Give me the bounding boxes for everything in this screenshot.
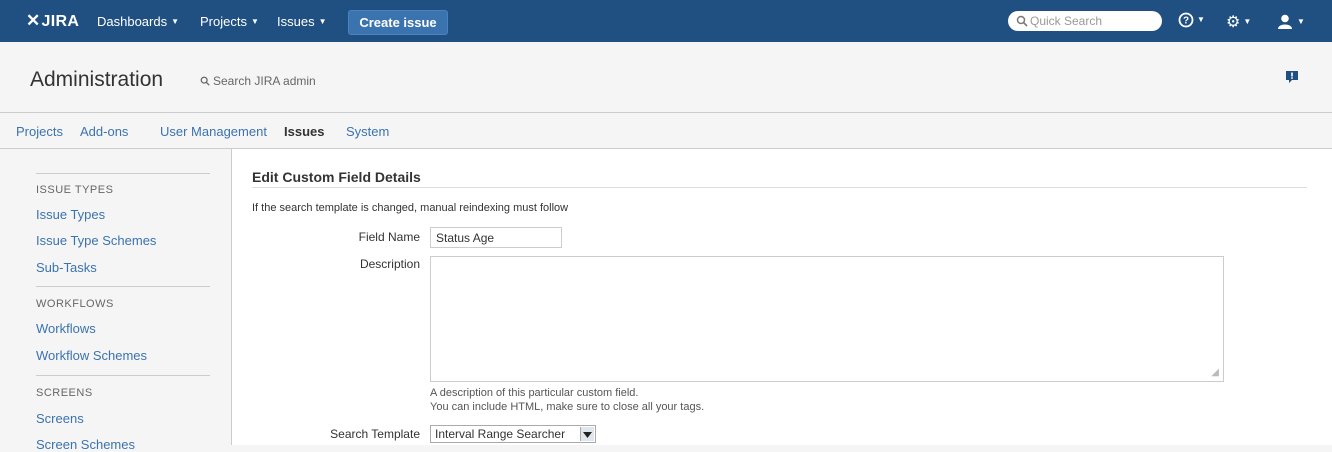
sidebar-divider (36, 173, 210, 174)
svg-text:?: ? (1183, 16, 1189, 27)
sidebar-item-issue-type-schemes[interactable]: Issue Type Schemes (36, 233, 156, 248)
chevron-down-icon: ▼ (1243, 17, 1252, 26)
sidebar-item-screens[interactable]: Screens (36, 411, 84, 426)
sidebar-item-sub-tasks[interactable]: Sub-Tasks (36, 260, 97, 275)
jira-logo[interactable]: ✕JIRA (26, 11, 79, 31)
chevron-down-icon: ▼ (1297, 17, 1305, 26)
user-avatar-icon (1276, 12, 1294, 30)
dropdown-arrow-icon[interactable] (580, 427, 594, 441)
sidebar-item-workflow-schemes[interactable]: Workflow Schemes (36, 348, 147, 363)
main-content: Edit Custom Field Details If the search … (232, 149, 1332, 445)
feedback-icon[interactable] (1285, 70, 1299, 87)
admin-tabs: Projects Add-ons User Management Issues … (0, 113, 1332, 148)
sidebar-heading-screens: SCREENS (36, 387, 93, 399)
chevron-down-icon: ▼ (1197, 15, 1205, 24)
help-icon: ? (1178, 12, 1194, 28)
dashboards-menu-label: Dashboards (97, 14, 168, 29)
gear-icon: ⚙ (1226, 14, 1241, 31)
tab-user-management[interactable]: User Management (160, 124, 267, 139)
sidebar-heading-workflows: WORKFLOWS (36, 298, 114, 310)
admin-search-label: Search JIRA admin (213, 74, 316, 88)
sidebar-divider (36, 286, 210, 287)
description-help-text: You can include HTML, make sure to close… (430, 401, 705, 413)
search-template-value: Interval Range Searcher (435, 427, 566, 441)
tab-system[interactable]: System (346, 124, 389, 139)
description-label: Description (359, 257, 420, 271)
field-name-label: Field Name (358, 230, 420, 244)
dashboards-menu[interactable]: Dashboards ▼ (97, 14, 179, 29)
description-textarea[interactable]: ◢ (430, 256, 1224, 382)
chevron-down-icon: ▼ (171, 17, 180, 26)
projects-menu-label: Projects (200, 14, 247, 29)
quick-search-input[interactable]: Quick Search (1008, 11, 1162, 31)
admin-search-link[interactable]: Search JIRA admin (200, 74, 316, 88)
search-icon (1016, 15, 1028, 27)
description-help-text: A description of this particular custom … (430, 387, 639, 399)
reindex-note: If the search template is changed, manua… (252, 202, 569, 214)
issues-menu[interactable]: Issues ▼ (277, 14, 327, 29)
sidebar-divider (36, 375, 210, 376)
chevron-down-icon: ▼ (250, 17, 259, 26)
quick-search-placeholder: Quick Search (1030, 14, 1103, 28)
jira-logo-text: JIRA (41, 13, 80, 30)
tab-issues[interactable]: Issues (284, 124, 324, 139)
user-menu[interactable]: ▼ (1276, 12, 1305, 32)
speech-bubble-icon (1286, 71, 1298, 83)
search-template-select[interactable]: Interval Range Searcher (430, 425, 596, 443)
tab-add-ons[interactable]: Add-ons (80, 124, 128, 139)
title-divider (252, 187, 1307, 188)
top-navigation-bar: ✕JIRA Dashboards ▼ Projects ▼ Issues ▼ Crea… (0, 0, 1332, 42)
page-title: Administration (30, 68, 164, 91)
tab-projects[interactable]: Projects (16, 124, 63, 139)
help-menu[interactable]: ? ▼ (1178, 12, 1205, 30)
sidebar-item-workflows[interactable]: Workflows (36, 321, 96, 336)
create-issue-button[interactable]: Create issue (348, 10, 448, 35)
sidebar-heading-issue-types: ISSUE TYPES (36, 184, 114, 196)
field-name-input[interactable]: Status Age (430, 227, 562, 248)
jira-logo-icon: ✕ (26, 11, 41, 30)
form-title: Edit Custom Field Details (252, 169, 421, 185)
sidebar-item-issue-types[interactable]: Issue Types (36, 207, 105, 222)
admin-sidebar: ISSUE TYPES Issue Types Issue Type Schem… (0, 149, 231, 452)
settings-menu[interactable]: ⚙ ▼ (1226, 12, 1251, 32)
chevron-down-icon: ▼ (318, 17, 327, 26)
search-template-label: Search Template (330, 427, 420, 441)
projects-menu[interactable]: Projects ▼ (200, 14, 259, 29)
search-icon (200, 76, 210, 86)
issues-menu-label: Issues (277, 14, 315, 29)
resize-handle-icon[interactable]: ◢ (1211, 367, 1219, 378)
admin-header: Administration Search JIRA admin (0, 42, 1332, 112)
